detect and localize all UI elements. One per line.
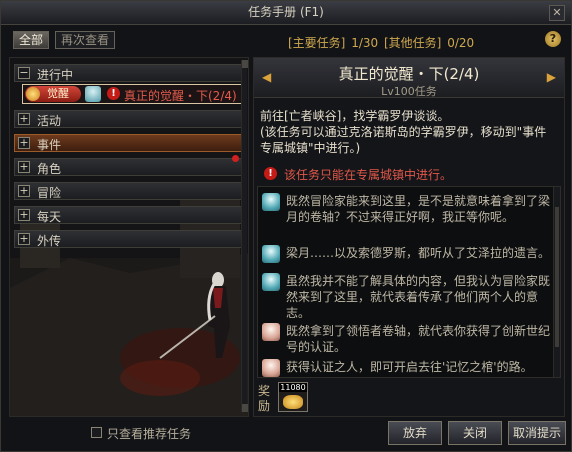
category-activity[interactable]: + 活动 — [14, 110, 242, 128]
npc-avatar-icon — [262, 273, 280, 291]
abandon-button[interactable]: 放弃 — [388, 421, 442, 445]
window-title: 任务手册 (F1) — [248, 5, 324, 19]
alert-icon: ! — [264, 167, 277, 180]
quest-description: 前往[亡者峡谷]，找学霸罗伊谈谈。 (该任务可以通过克洛诺斯岛的学霸罗伊，移动到… — [260, 108, 556, 156]
other-quest-count: 0/20 — [447, 36, 475, 50]
awakening-icon — [26, 87, 40, 101]
category-label: 角色 — [37, 162, 62, 176]
reward-item[interactable]: 11080 — [278, 382, 308, 412]
npc-avatar-icon — [262, 245, 280, 263]
recommended-only-checkbox[interactable] — [91, 427, 102, 438]
dialogue-text: 既然拿到了领悟者卷轴，就代表你获得了创新世纪号的认证。 — [286, 324, 551, 354]
tab-review[interactable]: 再次查看 — [55, 31, 116, 49]
main-quest-count: 1/30 — [351, 36, 379, 50]
category-label: 进行中 — [37, 68, 74, 82]
main-quest-label: [主要任务] — [288, 36, 346, 50]
quest-list-item[interactable]: 觉醒 ! 真正的觉醒・下(2/4) — [22, 84, 242, 104]
expand-icon[interactable]: + — [18, 185, 30, 197]
dialogue-text: 获得认证之人，即可开启去往'记忆之棺'的路。 — [286, 360, 533, 374]
expand-icon[interactable]: + — [18, 161, 30, 173]
reward-count: 11080 — [279, 383, 307, 392]
npc-avatar-icon — [262, 323, 280, 341]
category-adventure[interactable]: + 冒险 — [14, 182, 242, 200]
quest-note: (该任务可以通过克洛诺斯岛的学霸罗伊，移动到"事件专属城镇"中进行。) — [260, 125, 547, 155]
expand-icon[interactable]: + — [18, 113, 30, 125]
category-label: 活动 — [37, 114, 62, 128]
close-button[interactable]: 关闭 — [448, 421, 502, 445]
quest-manual-window: 任务手册 (F1) ✕ 全部 再次查看 [主要任务] 1/30 [其他任务] 0… — [0, 0, 572, 452]
expand-icon[interactable]: + — [18, 137, 30, 149]
dialogue-scrollbar[interactable] — [553, 187, 560, 377]
npc-avatar-icon — [262, 359, 280, 377]
next-arrow-icon[interactable]: ▶ — [547, 70, 556, 84]
category-daily[interactable]: + 每天 — [14, 206, 242, 224]
help-icon[interactable]: ? — [545, 31, 561, 47]
close-icon[interactable]: ✕ — [549, 5, 565, 21]
scroll-thumb[interactable] — [555, 207, 559, 347]
category-side-story[interactable]: + 外传 — [14, 230, 242, 248]
category-in-progress[interactable]: − 进行中 — [14, 64, 242, 82]
category-character[interactable]: + 角色 — [14, 155, 242, 176]
quest-category-panel: − 进行中 觉醒 ! 真正的觉醒・下(2/4) + 活动 + 事件 + 角色 + — [9, 57, 249, 417]
tab-all[interactable]: 全部 — [13, 31, 50, 49]
scroll-down-icon[interactable] — [242, 404, 248, 412]
reward-label: 奖励 — [258, 384, 271, 413]
dialogue-text: 梁月……以及索德罗斯，都听从了艾泽拉的遗言。 — [286, 246, 551, 260]
title-bar[interactable]: 任务手册 (F1) ✕ — [1, 1, 571, 25]
npc-avatar-icon — [262, 193, 280, 211]
quest-title: 真正的觉醒・下(2/4) — [338, 65, 480, 83]
quest-stats: [主要任务] 1/30 [其他任务] 0/20 — [288, 34, 476, 51]
cancel-hint-button[interactable]: 取消提示 — [508, 421, 566, 445]
dialogue-log: 既然冒险家能来到这里，是不是就意味着拿到了梁月的卷轴？不过来得正好啊，我正等你呢… — [257, 186, 561, 378]
collapse-icon[interactable]: − — [18, 67, 30, 79]
category-event[interactable]: + 事件 — [14, 134, 242, 152]
category-label: 每天 — [37, 210, 62, 224]
quest-detail-panel: ◀ 真正的觉醒・下(2/4) Lv100任务 ▶ 前往[亡者峡谷]，找学霸罗伊谈… — [253, 57, 565, 417]
restriction-text: 该任务只能在专属城镇中进行。 — [284, 168, 453, 182]
recommended-only-label: 只查看推荐任务 — [107, 427, 192, 441]
quest-objective: 前往[亡者峡谷]，找学霸罗伊谈谈。 — [260, 109, 450, 123]
category-label: 冒险 — [37, 186, 62, 200]
quest-restriction: ! 该任务只能在专属城镇中进行。 — [260, 166, 556, 182]
quest-level: Lv100任务 — [381, 85, 437, 98]
expand-icon[interactable]: + — [18, 233, 30, 245]
dialogue-text: 既然冒险家能来到这里，是不是就意味着拿到了梁月的卷轴？不过来得正好啊，我正等你呢… — [286, 194, 551, 224]
scroll-up-icon[interactable] — [242, 60, 248, 68]
category-label: 外传 — [37, 234, 62, 248]
quest-type-badge: 觉醒 — [25, 86, 81, 102]
notification-dot-icon — [232, 155, 239, 162]
other-quest-label: [其他任务] — [383, 36, 442, 50]
alert-icon: ! — [107, 87, 120, 100]
gold-coins-icon — [283, 395, 303, 409]
expand-icon[interactable]: + — [18, 209, 30, 221]
quest-entry-title: 真正的觉醒・下(2/4) — [124, 89, 237, 103]
quest-detail-header: ◀ 真正的觉醒・下(2/4) Lv100任务 ▶ — [254, 58, 564, 98]
category-label: 事件 — [37, 138, 62, 152]
category-scrollbar[interactable] — [241, 60, 248, 412]
quest-type-label: 觉醒 — [47, 87, 69, 100]
npc-avatar-icon — [85, 86, 101, 102]
dialogue-text: 虽然我并不能了解具体的内容，但我认为冒险家既然来到了这里，就代表着传承了他们两个… — [286, 274, 551, 320]
